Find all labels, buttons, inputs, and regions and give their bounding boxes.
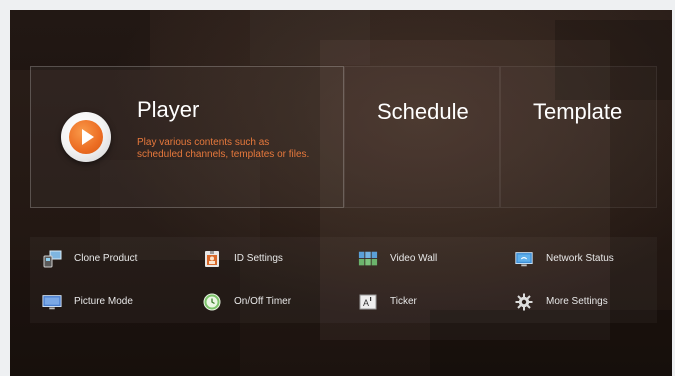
ticker-item[interactable]: A Ticker: [358, 280, 503, 323]
on-off-timer-item[interactable]: On/Off Timer: [202, 280, 347, 323]
background-block: [10, 10, 150, 70]
on-off-timer-label: On/Off Timer: [234, 296, 292, 307]
home-screen: Player Play various contents such as sch…: [10, 10, 672, 376]
id-settings-label: ID Settings: [234, 253, 283, 264]
network-status-item[interactable]: Network Status: [514, 237, 654, 280]
gear-icon: [514, 293, 534, 311]
video-wall-item[interactable]: Video Wall: [358, 237, 503, 280]
player-description: Play various contents such as scheduled …: [137, 137, 310, 160]
quick-settings-bar: Clone Product ID Settings Video Wall Net…: [30, 237, 657, 323]
schedule-tile[interactable]: Schedule: [344, 66, 500, 208]
player-title: Player: [137, 97, 200, 122]
main-tiles: Player Play various contents such as sch…: [30, 66, 657, 208]
template-title: Template: [533, 99, 623, 124]
id-settings-icon: [202, 250, 222, 268]
player-tile[interactable]: Player Play various contents such as sch…: [30, 66, 344, 208]
picture-mode-label: Picture Mode: [74, 296, 133, 307]
ticker-label: Ticker: [390, 296, 417, 307]
ticker-icon: A: [358, 293, 378, 311]
id-settings-item[interactable]: ID Settings: [202, 237, 347, 280]
background-block: [250, 10, 370, 65]
network-status-icon: [514, 250, 534, 268]
video-wall-label: Video Wall: [390, 253, 438, 264]
schedule-title: Schedule: [377, 99, 469, 124]
clone-product-icon: [42, 250, 62, 268]
more-settings-item[interactable]: More Settings: [514, 280, 654, 323]
video-wall-icon: [358, 250, 378, 268]
on-off-timer-icon: [202, 293, 222, 311]
more-settings-label: More Settings: [546, 296, 608, 307]
picture-mode-icon: [42, 293, 62, 311]
clone-product-item[interactable]: Clone Product: [42, 237, 187, 280]
svg-text:A: A: [363, 298, 369, 308]
template-tile[interactable]: Template: [500, 66, 657, 208]
network-status-label: Network Status: [546, 253, 614, 264]
play-icon: [61, 112, 111, 162]
picture-mode-item[interactable]: Picture Mode: [42, 280, 187, 323]
clone-product-label: Clone Product: [74, 253, 138, 264]
